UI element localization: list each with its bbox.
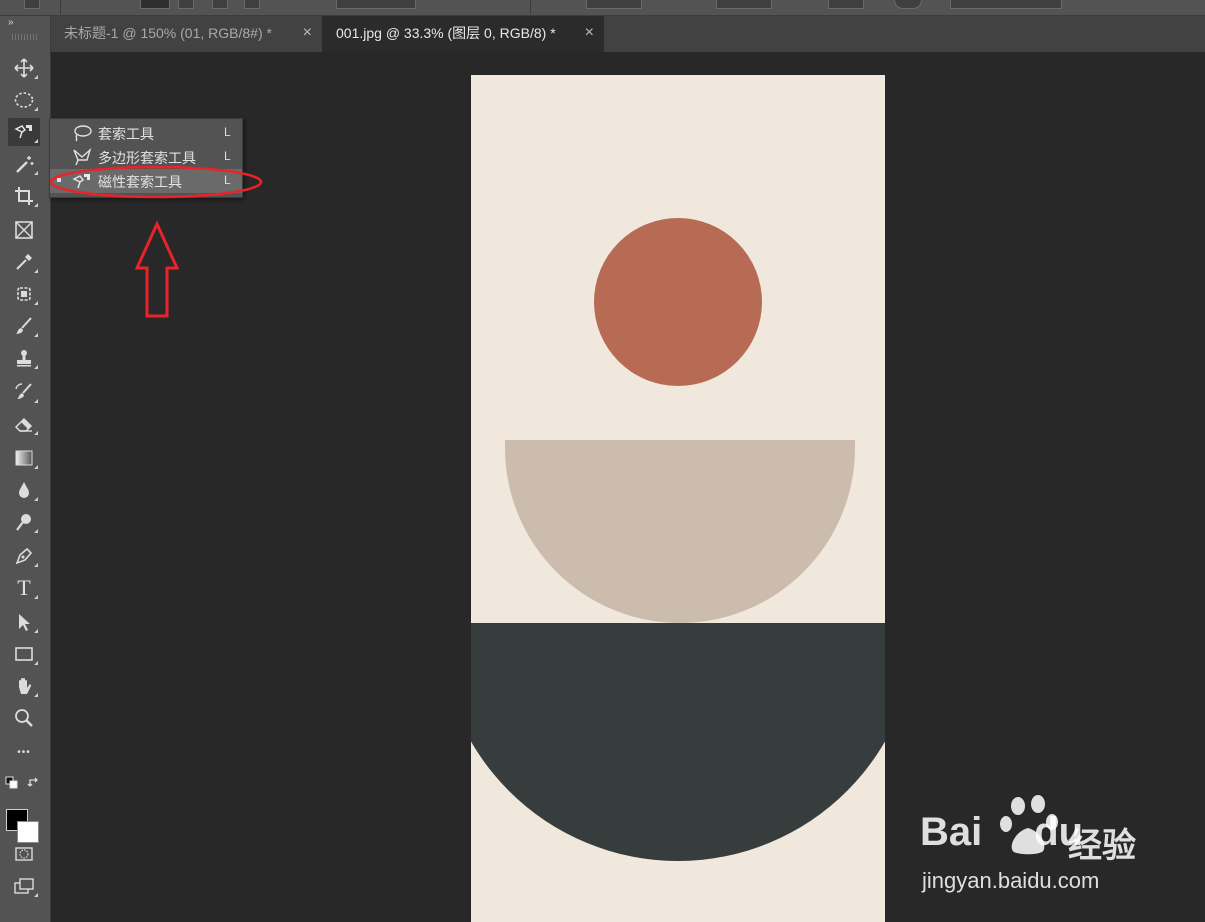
watermark-url: jingyan.baidu.com <box>922 868 1100 893</box>
up-arrow-icon <box>134 220 180 318</box>
watermark-logo-text: Bai <box>920 810 983 854</box>
baidu-paw-icon <box>1000 795 1058 855</box>
annotation-layer <box>49 165 263 318</box>
highlight-ellipse <box>49 165 263 199</box>
watermark-cn: 经验 <box>1068 826 1136 866</box>
